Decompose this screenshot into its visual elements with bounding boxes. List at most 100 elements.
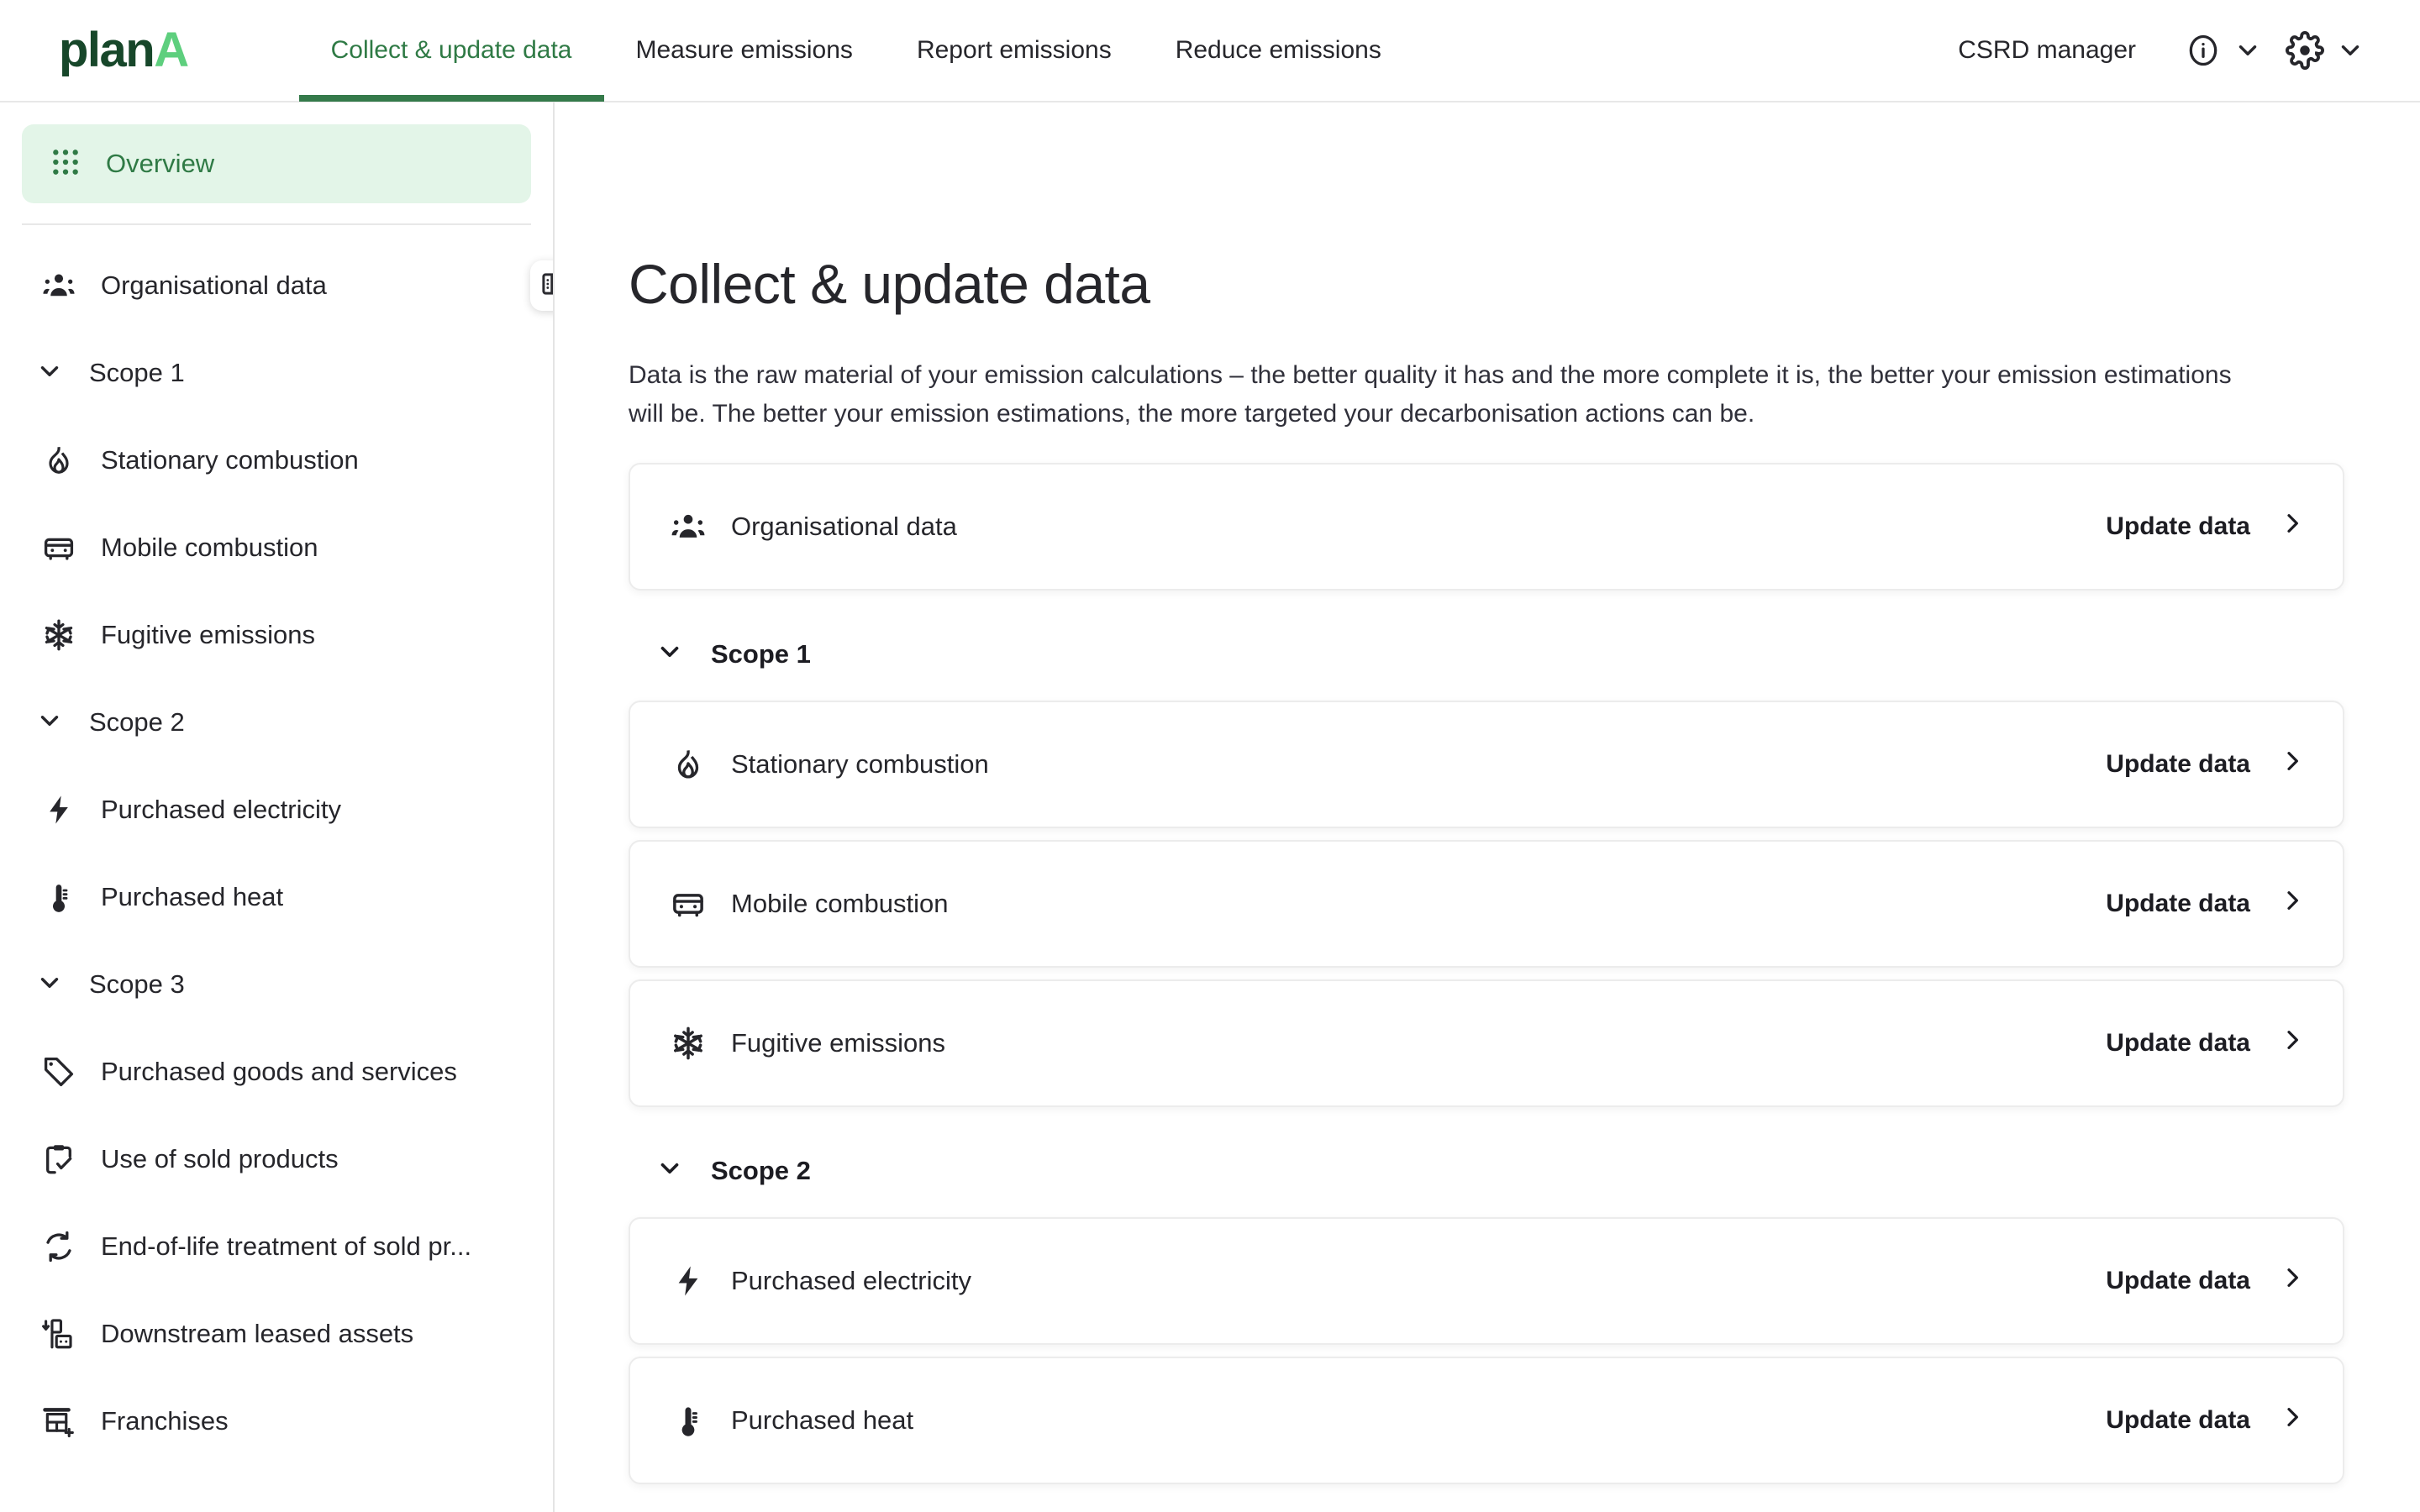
sidebar-item-label: Use of sold products <box>101 1144 339 1173</box>
card-stationary-combustion[interactable]: Stationary combustion Update data <box>629 701 2344 829</box>
sidebar-item-label: Purchased goods and services <box>101 1057 457 1086</box>
sidebar-item-use-of-sold-products[interactable]: Use of sold products <box>0 1116 553 1203</box>
sidebar-panel-icon <box>540 269 553 303</box>
bolt-icon <box>40 791 77 828</box>
nav-tab-report-emissions[interactable]: Report emissions <box>885 0 1144 102</box>
logo-text-plan: plan <box>59 23 155 77</box>
chevron-down-icon <box>655 1154 684 1187</box>
section-header-label: Scope 1 <box>711 638 811 669</box>
info-circle-icon <box>2185 32 2222 69</box>
bolt-icon <box>669 1262 708 1300</box>
update-data-label: Update data <box>2106 1267 2250 1295</box>
settings-menu-button[interactable] <box>2274 23 2376 78</box>
sidebar-item-purchased-heat[interactable]: Purchased heat <box>0 853 553 941</box>
update-data-label: Update data <box>2106 1029 2250 1058</box>
sidebar-group-scope-1[interactable]: Scope 1 <box>0 329 553 417</box>
plana-logo[interactable]: plan A <box>59 23 189 77</box>
card-purchased-heat[interactable]: Purchased heat Update data <box>629 1357 2344 1485</box>
nav-tab-measure-emissions[interactable]: Measure emissions <box>604 0 885 102</box>
sidebar-item-fugitive-emissions[interactable]: Fugitive emissions <box>0 591 553 679</box>
sidebar-item-organisational-data[interactable]: Organisational data <box>0 242 553 329</box>
sidebar-item-label: Purchased electricity <box>101 795 342 824</box>
chevron-down-icon <box>2233 36 2262 65</box>
nav-tab-reduce-emissions[interactable]: Reduce emissions <box>1144 0 1413 102</box>
tag-icon <box>40 1053 77 1090</box>
nav-tab-label: Reduce emissions <box>1175 36 1381 64</box>
sidebar-item-stationary-combustion[interactable]: Stationary combustion <box>0 417 553 504</box>
chevron-right-icon <box>2279 1264 2306 1298</box>
sidebar-group-scope-3[interactable]: Scope 3 <box>0 941 553 1028</box>
chevron-down-icon <box>35 706 64 739</box>
update-data-action[interactable]: Update data <box>2106 1026 2306 1060</box>
sidebar-item-purchased-electricity[interactable]: Purchased electricity <box>0 766 553 853</box>
thermometer-icon <box>669 1401 708 1440</box>
sidebar-toggle-button[interactable] <box>530 260 553 311</box>
page-title: Collect & update data <box>629 253 1150 315</box>
grid-dots-icon <box>49 145 82 183</box>
sidebar-group-label: Scope 3 <box>89 969 185 999</box>
sidebar-item-end-of-life-treatment[interactable]: End-of-life treatment of sold pr... <box>0 1203 553 1290</box>
section-header-scope-1[interactable]: Scope 1 <box>629 638 2344 670</box>
header-actions: CSRD manager <box>1958 23 2376 78</box>
sidebar-item-label: Overview <box>106 149 215 178</box>
main-content: Collect & update data Data is the raw ma… <box>555 102 2420 1512</box>
update-data-action[interactable]: Update data <box>2106 1404 2306 1437</box>
downstream-assets-icon <box>40 1315 77 1352</box>
sidebar-item-franchises[interactable]: Franchises <box>0 1378 553 1465</box>
chevron-right-icon <box>2279 510 2306 543</box>
sidebar-item-label: Organisational data <box>101 270 327 300</box>
sidebar-item-purchased-goods-and-services[interactable]: Purchased goods and services <box>0 1028 553 1116</box>
update-data-label: Update data <box>2106 1406 2250 1435</box>
nav-tab-collect-update-data[interactable]: Collect & update data <box>298 0 604 102</box>
chevron-right-icon <box>2279 748 2306 781</box>
card-label: Mobile combustion <box>731 889 949 919</box>
chevron-down-icon <box>35 969 64 1001</box>
sidebar-item-overview[interactable]: Overview <box>22 124 531 203</box>
gear-icon <box>2286 31 2324 70</box>
car-icon <box>40 529 77 566</box>
chevron-down-icon <box>2336 36 2365 65</box>
page-description: Data is the raw material of your emissio… <box>629 361 2232 428</box>
chevron-down-icon <box>35 357 64 390</box>
flame-icon <box>669 745 708 784</box>
nav-tab-label: Collect & update data <box>330 36 572 64</box>
card-fugitive-emissions[interactable]: Fugitive emissions Update data <box>629 979 2344 1108</box>
snowflake-icon <box>669 1024 708 1063</box>
card-purchased-electricity[interactable]: Purchased electricity Update data <box>629 1217 2344 1346</box>
card-label: Organisational data <box>731 512 957 542</box>
chevron-right-icon <box>2279 1404 2306 1437</box>
sidebar-group-scope-2[interactable]: Scope 2 <box>0 679 553 766</box>
update-data-label: Update data <box>2106 750 2250 779</box>
update-data-action[interactable]: Update data <box>2106 748 2306 781</box>
card-label: Fugitive emissions <box>731 1028 945 1058</box>
people-icon <box>40 267 77 304</box>
sidebar-item-label: Downstream leased assets <box>101 1319 414 1348</box>
sidebar-item-label: Purchased heat <box>101 882 284 911</box>
nav-tab-label: Measure emissions <box>635 36 853 64</box>
help-menu-button[interactable] <box>2173 24 2274 77</box>
people-icon <box>669 507 708 546</box>
card-label: Stationary combustion <box>731 749 989 780</box>
sidebar-item-downstream-leased-assets[interactable]: Downstream leased assets <box>0 1290 553 1378</box>
section-header-label: Scope 2 <box>711 1155 811 1185</box>
chevron-right-icon <box>2279 1026 2306 1060</box>
sidebar-item-label: End-of-life treatment of sold pr... <box>101 1231 472 1261</box>
snowflake-icon <box>40 617 77 654</box>
card-label: Purchased heat <box>731 1405 914 1436</box>
sidebar-item-label: Franchises <box>101 1406 229 1436</box>
update-data-action[interactable]: Update data <box>2106 887 2306 921</box>
sidebar-item-mobile-combustion[interactable]: Mobile combustion <box>0 504 553 591</box>
card-organisational-data[interactable]: Organisational data Update data <box>629 463 2344 591</box>
recycle-icon <box>40 1228 77 1265</box>
logo-text-a: A <box>154 23 189 77</box>
flame-icon <box>40 442 77 479</box>
sidebar-list: Organisational data Scope 1 Stationary c… <box>0 225 553 1465</box>
section-header-scope-2[interactable]: Scope 2 <box>629 1154 2344 1187</box>
car-icon <box>669 885 708 923</box>
update-data-action[interactable]: Update data <box>2106 510 2306 543</box>
card-mobile-combustion[interactable]: Mobile combustion Update data <box>629 840 2344 969</box>
update-data-action[interactable]: Update data <box>2106 1264 2306 1298</box>
sidebar-item-label: Fugitive emissions <box>101 620 315 649</box>
update-data-label: Update data <box>2106 890 2250 918</box>
sidebar-group-label: Scope 2 <box>89 707 185 737</box>
